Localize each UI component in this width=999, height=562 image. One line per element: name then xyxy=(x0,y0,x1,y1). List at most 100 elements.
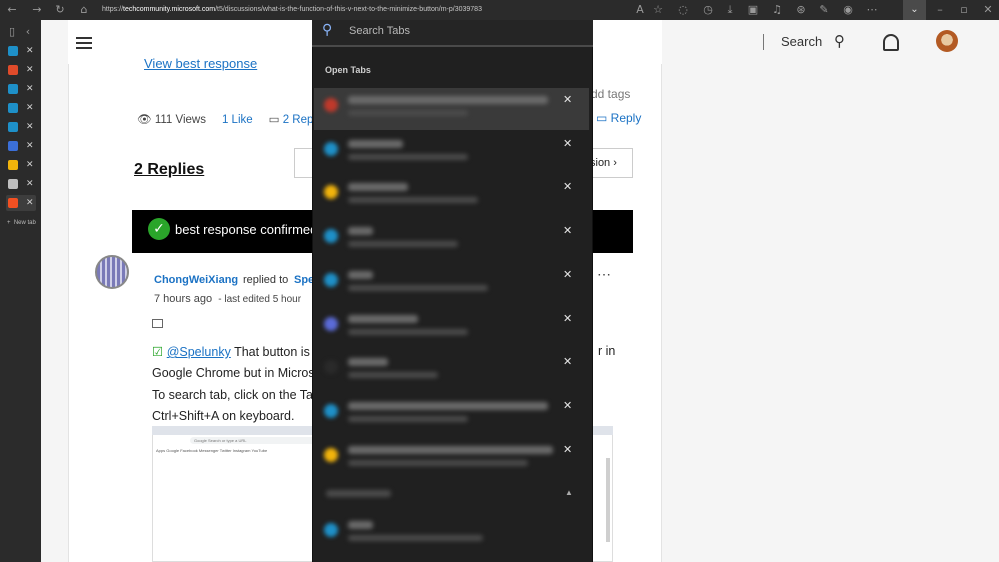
next-discussion-link[interactable]: sion › xyxy=(590,157,617,169)
tab-url-blurred xyxy=(348,372,438,379)
close-tab-icon[interactable]: ✕ xyxy=(563,312,572,325)
views-icon: 👁 xyxy=(137,114,152,126)
author-avatar[interactable] xyxy=(95,255,129,289)
tab-title-blurred xyxy=(348,521,373,529)
close-tab-icon[interactable]: ✕ xyxy=(26,100,34,116)
minimize-icon[interactable]: – xyxy=(932,2,948,18)
close-tab-icon[interactable]: ✕ xyxy=(26,138,34,154)
notification-icon[interactable]: ♫ xyxy=(769,2,785,18)
header-divider xyxy=(763,34,764,50)
tab-result-row[interactable]: ✕ xyxy=(314,132,589,174)
replies-heading: 2 Replies xyxy=(134,161,205,178)
home-icon[interactable]: ⌂ xyxy=(76,2,92,18)
tab-favicon-icon xyxy=(8,122,18,132)
views-count: 111 Views xyxy=(154,114,206,126)
tab-favicon-icon xyxy=(324,360,338,375)
more-options-icon[interactable]: ⋯ xyxy=(597,266,612,283)
close-tab-icon[interactable]: ✕ xyxy=(563,443,572,456)
reply-body-line: ☑ @Spelunky That button is xyxy=(152,344,310,359)
collections-icon[interactable]: ▣ xyxy=(745,2,761,18)
forward-icon[interactable]: → xyxy=(29,2,45,18)
like-count[interactable]: 1 Like xyxy=(222,114,253,126)
reply-icon: ▭ xyxy=(596,111,611,125)
more-menu-icon[interactable]: ⋯ xyxy=(864,2,880,18)
notification-bell-icon[interactable] xyxy=(883,34,899,51)
tab-result-row[interactable]: ✕ xyxy=(314,175,589,217)
address-bar[interactable]: https://techcommunity.microsoft.com/t5/d… xyxy=(102,2,662,18)
tab-result-row[interactable]: ✕ xyxy=(314,88,589,130)
tab-favicon-icon xyxy=(324,403,338,418)
checkmark-icon: ✓ xyxy=(148,218,170,240)
author-name[interactable]: ChongWeiXiang xyxy=(154,274,238,286)
vertical-tab[interactable]: ✕ xyxy=(6,81,36,97)
vertical-tab[interactable]: ✕ xyxy=(6,176,36,192)
favorite-star-icon[interactable]: ☆ xyxy=(650,2,666,18)
search-icon[interactable]: ⚲ xyxy=(834,32,845,50)
tab-result-row[interactable]: ✕ xyxy=(314,350,589,392)
reply-button[interactable]: ▭ Reply xyxy=(596,111,641,125)
tab-title-blurred xyxy=(348,139,403,148)
close-tab-icon[interactable]: ✕ xyxy=(26,43,34,59)
new-tab-button[interactable]: + New tab xyxy=(7,220,36,226)
profile-icon[interactable]: ◉ xyxy=(840,2,856,18)
extension-icon[interactable]: ◌ xyxy=(675,2,691,18)
vertical-tab[interactable]: ✕ xyxy=(6,119,36,135)
close-tab-icon[interactable]: ✕ xyxy=(563,268,572,281)
maximize-icon[interactable]: ▫ xyxy=(956,2,972,18)
chevron-up-icon[interactable]: ▲ xyxy=(565,488,573,497)
close-tab-icon[interactable]: ✕ xyxy=(563,137,572,150)
tab-favicon-icon xyxy=(324,272,338,287)
vertical-tab[interactable]: ✕ xyxy=(6,43,36,59)
close-tab-icon[interactable]: ✕ xyxy=(563,399,572,412)
tab-result-row[interactable]: ✕ xyxy=(314,307,589,349)
vertical-tab[interactable]: ✕ xyxy=(6,138,36,154)
collapse-pane-icon[interactable]: ‹ xyxy=(20,24,36,40)
header-search-label[interactable]: Search xyxy=(781,34,822,49)
back-icon[interactable]: ← xyxy=(4,2,20,18)
tab-favicon-icon xyxy=(324,185,338,200)
vertical-tab[interactable]: ✕ xyxy=(6,100,36,116)
download-icon[interactable]: ⤓ xyxy=(722,2,738,18)
tools-icon[interactable]: ✎ xyxy=(816,2,832,18)
close-window-icon[interactable]: ✕ xyxy=(980,2,996,18)
tab-favicon-icon xyxy=(8,141,18,151)
history-icon[interactable]: ◷ xyxy=(700,2,716,18)
close-tab-icon[interactable]: ✕ xyxy=(563,355,572,368)
close-tab-icon[interactable]: ✕ xyxy=(563,224,572,237)
embedded-screenshot-bookmarks: Apps Google Facebook Messenger Twitter I… xyxy=(156,448,268,453)
tab-search-dropdown-button[interactable]: ⌄ xyxy=(903,0,926,20)
tab-result-row[interactable] xyxy=(314,513,589,555)
close-tab-icon[interactable]: ✕ xyxy=(26,81,34,97)
sync-icon[interactable]: ⊛ xyxy=(793,2,809,18)
user-avatar[interactable] xyxy=(936,30,958,52)
tab-result-row[interactable]: ✕ xyxy=(314,438,589,480)
mention-link[interactable]: @Spelunky xyxy=(167,345,231,359)
refresh-icon[interactable]: ↻ xyxy=(52,2,68,18)
tab-favicon-icon xyxy=(324,316,338,331)
tab-result-row[interactable]: ✕ xyxy=(314,263,589,305)
tab-result-row[interactable]: ✕ xyxy=(314,219,589,261)
view-best-response-link[interactable]: View best response xyxy=(144,56,257,71)
close-tab-icon[interactable]: ✕ xyxy=(563,93,572,106)
close-tab-icon[interactable]: ✕ xyxy=(26,62,34,78)
tab-favicon-icon xyxy=(324,98,338,112)
search-tabs-placeholder[interactable]: Search Tabs xyxy=(349,25,410,37)
read-aloud-icon[interactable]: A xyxy=(632,2,648,18)
close-tab-icon[interactable]: ✕ xyxy=(563,180,572,193)
open-tabs-heading: Open Tabs xyxy=(325,65,371,75)
close-tab-icon[interactable]: ✕ xyxy=(26,119,34,135)
best-response-text: best response confirmed xyxy=(175,222,318,237)
add-tags-link[interactable]: dd tags xyxy=(591,87,630,101)
tab-result-row[interactable]: ✕ xyxy=(314,394,589,436)
tab-actions-icon[interactable]: ▯ xyxy=(4,24,20,40)
tab-favicon-icon xyxy=(8,84,18,94)
vertical-tab[interactable]: ✕ xyxy=(6,195,36,211)
tab-url-blurred xyxy=(348,153,468,160)
close-tab-icon[interactable]: ✕ xyxy=(26,195,34,211)
vertical-tab[interactable]: ✕ xyxy=(6,157,36,173)
close-tab-icon[interactable]: ✕ xyxy=(26,176,34,192)
tab-url-blurred xyxy=(348,197,478,204)
hamburger-menu-icon[interactable] xyxy=(76,37,92,39)
close-tab-icon[interactable]: ✕ xyxy=(26,157,34,173)
vertical-tab[interactable]: ✕ xyxy=(6,62,36,78)
